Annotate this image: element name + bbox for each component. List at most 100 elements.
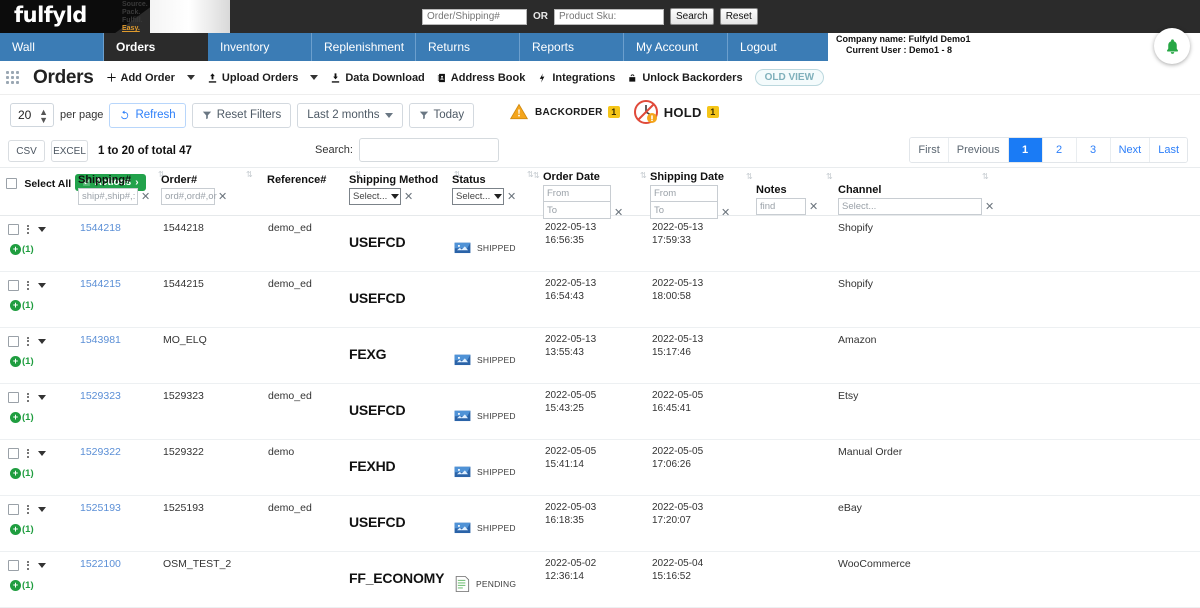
nav-item-logout[interactable]: Logout bbox=[728, 33, 832, 61]
row-shipping-number[interactable]: 1544218 bbox=[80, 222, 121, 234]
row-menu-icon[interactable] bbox=[26, 504, 29, 514]
order-filter-input[interactable]: ord#,ord#,or bbox=[161, 188, 217, 205]
sort-indicator-icon[interactable]: ⇅ bbox=[246, 170, 253, 179]
excel-export-button[interactable]: EXCEL bbox=[51, 140, 88, 162]
row-expand-caret-down-icon[interactable] bbox=[37, 506, 46, 512]
upload-orders-button[interactable]: Upload Orders bbox=[207, 72, 298, 84]
row-checkbox[interactable] bbox=[8, 503, 19, 515]
pager-previous[interactable]: Previous bbox=[948, 138, 1009, 162]
pager-first[interactable]: First bbox=[910, 138, 949, 162]
product-sku-search-input[interactable] bbox=[554, 8, 664, 25]
row-expand-count[interactable]: + (1) bbox=[10, 580, 34, 591]
nav-item-returns[interactable]: Returns bbox=[416, 33, 520, 61]
shipping-date-from-input[interactable]: From bbox=[650, 185, 718, 202]
row-expand-caret-down-icon[interactable] bbox=[37, 394, 46, 400]
row-menu-icon[interactable] bbox=[26, 224, 29, 234]
date-range-dropdown[interactable]: Last 2 months bbox=[297, 102, 403, 128]
pager-page-1[interactable]: 1 bbox=[1008, 138, 1043, 162]
row-checkbox[interactable] bbox=[8, 223, 19, 235]
old-view-button[interactable]: OLD VIEW bbox=[754, 69, 825, 86]
nav-item-orders[interactable]: Orders bbox=[104, 33, 208, 61]
row-expand-count[interactable]: + (1) bbox=[10, 524, 34, 535]
refresh-button[interactable]: Refresh bbox=[109, 102, 186, 128]
order-filter-clear-icon[interactable]: ✕ bbox=[217, 190, 227, 203]
add-order-caret-down-icon[interactable] bbox=[186, 75, 195, 80]
today-filter-button[interactable]: Today bbox=[408, 102, 475, 128]
sort-indicator-icon[interactable]: ⇅ bbox=[533, 171, 540, 180]
add-order-button[interactable]: Add Order bbox=[106, 72, 175, 84]
row-menu-icon[interactable] bbox=[26, 336, 29, 346]
table-row[interactable]: + (1) 1529323 1529323 demo_ed USEFCD SHI… bbox=[0, 384, 1200, 440]
per-page-stepper[interactable]: 20 ▲ ▼ bbox=[10, 103, 54, 127]
table-search-input[interactable] bbox=[358, 138, 499, 162]
row-shipping-number[interactable]: 1522100 bbox=[80, 558, 121, 570]
row-menu-icon[interactable] bbox=[26, 448, 29, 458]
integrations-button[interactable]: Integrations bbox=[537, 72, 615, 84]
sort-indicator-icon[interactable]: ⇅ bbox=[826, 172, 833, 181]
pager-last[interactable]: Last bbox=[1150, 138, 1187, 162]
row-checkbox[interactable] bbox=[8, 279, 19, 291]
notification-bell-button[interactable] bbox=[1154, 28, 1190, 64]
nav-item-my-account[interactable]: My Account bbox=[624, 33, 728, 61]
table-row[interactable]: + (1) 1529322 1529322 demo FEXHD SHIPPED… bbox=[0, 440, 1200, 496]
data-download-button[interactable]: Data Download bbox=[330, 72, 425, 84]
row-checkbox[interactable] bbox=[8, 559, 19, 571]
order-shipping-search-input[interactable] bbox=[422, 8, 527, 25]
row-expand-count[interactable]: + (1) bbox=[10, 300, 34, 311]
shipping-filter-input[interactable]: ship#,ship#,: bbox=[78, 188, 138, 205]
brand-logo[interactable]: fulfyld Source. Pack. Fulfill. Easy. bbox=[0, 0, 230, 33]
table-row[interactable]: + (1) 1522100 OSM_TEST_2 FF_ECONOMY PEND… bbox=[0, 552, 1200, 608]
sort-indicator-icon[interactable]: ⇅ bbox=[982, 172, 989, 181]
row-expand-caret-down-icon[interactable] bbox=[37, 226, 46, 232]
select-all-checkbox[interactable] bbox=[6, 178, 17, 190]
row-expand-caret-down-icon[interactable] bbox=[37, 450, 46, 456]
notes-filter-clear-icon[interactable]: ✕ bbox=[808, 200, 818, 213]
row-expand-count[interactable]: + (1) bbox=[10, 468, 34, 479]
channel-filter-select[interactable]: Select... bbox=[838, 198, 982, 215]
status-filter-select[interactable]: Select... bbox=[452, 188, 504, 205]
csv-export-button[interactable]: CSV bbox=[8, 140, 45, 162]
table-row[interactable]: + (1) 1543981 MO_ELQ FEXG SHIPPED 2022-0… bbox=[0, 328, 1200, 384]
row-expand-caret-down-icon[interactable] bbox=[37, 562, 46, 568]
row-shipping-number[interactable]: 1525193 bbox=[80, 502, 121, 514]
stepper-arrows-icon[interactable]: ▲ ▼ bbox=[39, 108, 48, 125]
backorder-badge[interactable]: BACKORDER 1 bbox=[508, 102, 620, 122]
nav-item-reports[interactable]: Reports bbox=[520, 33, 624, 61]
table-row[interactable]: + (1) 1544215 1544215 demo_ed USEFCD 202… bbox=[0, 272, 1200, 328]
table-row[interactable]: + (1) 1544218 1544218 demo_ed USEFCD SHI… bbox=[0, 216, 1200, 272]
status-filter-clear-icon[interactable]: ✕ bbox=[506, 190, 516, 203]
row-expand-caret-down-icon[interactable] bbox=[37, 282, 46, 288]
row-expand-count[interactable]: + (1) bbox=[10, 244, 34, 255]
row-checkbox[interactable] bbox=[8, 391, 19, 403]
unlock-backorders-button[interactable]: Unlock Backorders bbox=[627, 72, 743, 84]
row-shipping-number[interactable]: 1529323 bbox=[80, 390, 121, 402]
shipping-method-filter-clear-icon[interactable]: ✕ bbox=[403, 190, 413, 203]
nav-item-wall[interactable]: Wall bbox=[0, 33, 104, 61]
reset-button[interactable]: Reset bbox=[719, 8, 758, 25]
shipping-filter-clear-icon[interactable]: ✕ bbox=[140, 190, 150, 203]
row-menu-icon[interactable] bbox=[26, 392, 29, 402]
reset-filters-button[interactable]: Reset Filters bbox=[191, 102, 292, 128]
sort-indicator-icon[interactable]: ⇅ bbox=[746, 172, 753, 181]
notes-filter-input[interactable]: find bbox=[756, 198, 806, 215]
hold-badge[interactable]: HOLD 1 bbox=[633, 99, 719, 125]
table-row[interactable]: + (1) 1525193 1525193 demo_ed USEFCD SHI… bbox=[0, 496, 1200, 552]
row-shipping-number[interactable]: 1529322 bbox=[80, 446, 121, 458]
channel-filter-clear-icon[interactable]: ✕ bbox=[984, 200, 994, 213]
row-shipping-number[interactable]: 1543981 bbox=[80, 334, 121, 346]
shipping-method-filter-select[interactable]: Select... bbox=[349, 188, 401, 205]
upload-orders-caret-down-icon[interactable] bbox=[310, 75, 319, 80]
row-shipping-number[interactable]: 1544215 bbox=[80, 278, 121, 290]
row-expand-count[interactable]: + (1) bbox=[10, 412, 34, 423]
nav-item-replenishment[interactable]: Replenishment bbox=[312, 33, 416, 61]
pager-next[interactable]: Next bbox=[1110, 138, 1151, 162]
pager-page-2[interactable]: 2 bbox=[1042, 138, 1077, 162]
row-menu-icon[interactable] bbox=[26, 560, 29, 570]
sort-indicator-icon[interactable]: ⇅ bbox=[640, 171, 647, 180]
address-book-button[interactable]: Address Book bbox=[437, 72, 525, 84]
nav-item-inventory[interactable]: Inventory bbox=[208, 33, 312, 61]
search-button[interactable]: Search bbox=[670, 8, 714, 25]
row-checkbox[interactable] bbox=[8, 335, 19, 347]
pager-page-3[interactable]: 3 bbox=[1076, 138, 1111, 162]
row-checkbox[interactable] bbox=[8, 447, 19, 459]
